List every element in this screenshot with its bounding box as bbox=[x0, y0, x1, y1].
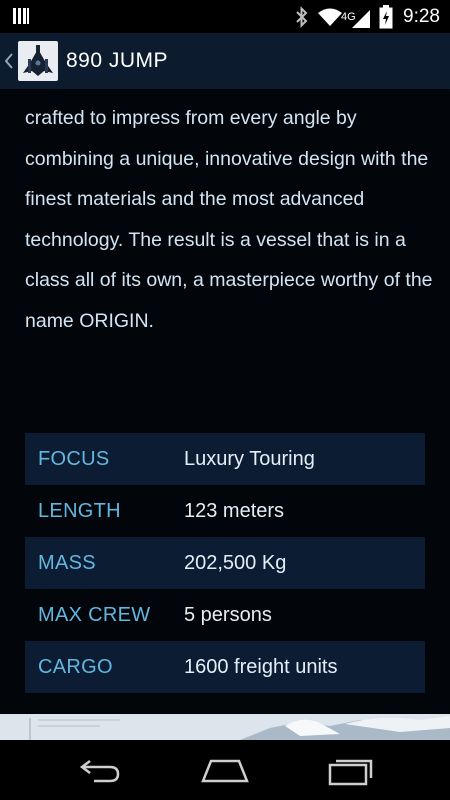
spec-value: 5 persons bbox=[184, 603, 272, 626]
spec-value: 202,500 Kg bbox=[184, 551, 287, 574]
spec-value: Luxury Touring bbox=[184, 447, 315, 470]
spec-row-mass: MASS 202,500 Kg bbox=[25, 537, 425, 589]
home-button[interactable] bbox=[185, 750, 265, 792]
spec-label: LENGTH bbox=[38, 499, 121, 522]
spec-row-focus: FOCUS Luxury Touring bbox=[25, 433, 425, 485]
cell-signal-icon bbox=[352, 9, 371, 28]
screen-title: 890 JUMP bbox=[66, 49, 169, 72]
app-icon[interactable] bbox=[18, 41, 58, 81]
spec-row-max-crew: MAX CREW 5 persons bbox=[25, 589, 425, 641]
ship-description: crafted to impress from every angle by c… bbox=[25, 107, 433, 332]
spec-table: FOCUS Luxury Touring LENGTH 123 meters M… bbox=[25, 433, 425, 693]
home-icon bbox=[201, 759, 249, 783]
app-screen: 4G 9:28 890 JUMP crafted to impress from… bbox=[0, 0, 450, 800]
spec-label: MASS bbox=[38, 551, 96, 574]
status-bar: 4G 9:28 bbox=[0, 0, 450, 33]
spec-value: 123 meters bbox=[184, 499, 285, 522]
wifi-icon bbox=[318, 8, 343, 26]
navigation-bar bbox=[0, 740, 450, 800]
action-bar: 890 JUMP bbox=[0, 33, 450, 89]
ship-image-preview bbox=[0, 714, 450, 740]
back-arrow-icon bbox=[79, 760, 120, 783]
spec-label: CARGO bbox=[38, 655, 113, 678]
bluetooth-icon bbox=[296, 5, 308, 28]
chevron-left-icon bbox=[5, 53, 13, 69]
battery-icon bbox=[379, 4, 393, 28]
notification-icon bbox=[13, 8, 29, 24]
spec-row-length: LENGTH 123 meters bbox=[25, 485, 425, 537]
spec-label: FOCUS bbox=[38, 447, 110, 470]
spec-label: MAX CREW bbox=[38, 603, 151, 626]
back-button[interactable] bbox=[60, 750, 140, 792]
cell-signal: 4G bbox=[341, 7, 371, 28]
spec-row-cargo: CARGO 1600 freight units bbox=[25, 641, 425, 693]
ship-detail-content[interactable]: crafted to impress from every angle by c… bbox=[0, 89, 450, 714]
status-time: 9:28 bbox=[403, 5, 440, 27]
ship-icon bbox=[23, 45, 53, 76]
ship-image bbox=[0, 714, 450, 740]
up-button[interactable] bbox=[3, 53, 15, 69]
recents-icon bbox=[328, 759, 373, 786]
spec-value: 1600 freight units bbox=[184, 655, 338, 678]
recents-button[interactable] bbox=[310, 750, 390, 792]
